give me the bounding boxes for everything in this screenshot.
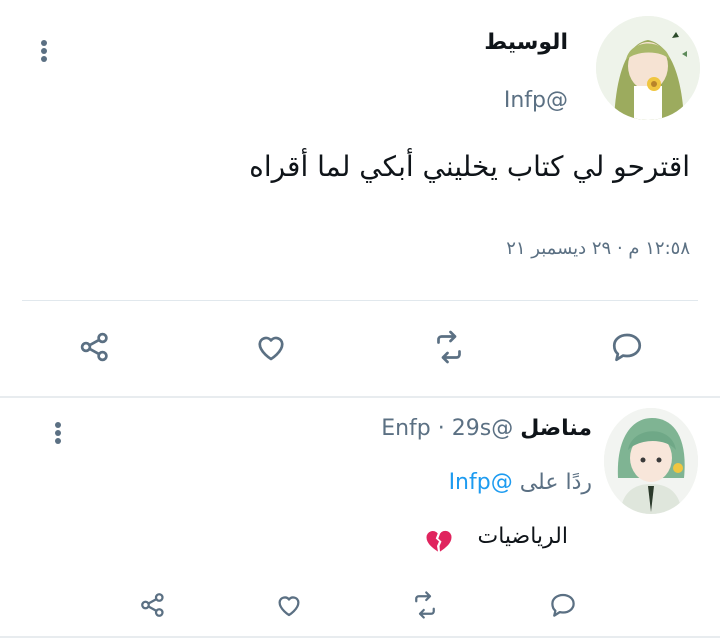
like-button[interactable]: [266, 582, 312, 628]
reply-author-avatar[interactable]: [604, 408, 698, 514]
share-button[interactable]: [72, 324, 118, 370]
reply-action-bar: [0, 580, 720, 630]
broken-heart-icon: [426, 530, 452, 552]
replying-to-handle[interactable]: @Infp: [449, 470, 513, 495]
reply-author-handle[interactable]: @Enfp: [381, 416, 513, 441]
reply-author-name[interactable]: مناضل: [520, 416, 592, 441]
retweet-icon: [415, 591, 435, 619]
share-button[interactable]: [130, 582, 176, 628]
reply-button[interactable]: [604, 324, 650, 370]
reply-button[interactable]: [540, 582, 586, 628]
divider: [22, 300, 698, 301]
tweet-text: اقترحو لي كتاب يخليني أبكي لما أقراه: [249, 150, 690, 183]
retweet-icon: [437, 330, 461, 364]
section-divider: [0, 396, 720, 398]
share-icon: [141, 593, 164, 617]
dot: [55, 430, 61, 436]
dot: [55, 422, 61, 428]
broken-heart-icon: [424, 526, 454, 556]
avatar-illustration: [604, 408, 698, 514]
author-avatar[interactable]: [596, 16, 700, 120]
author-name[interactable]: الوسيط: [484, 30, 568, 55]
dot: [55, 438, 61, 444]
dot: [41, 48, 47, 54]
tweet-action-bar: [0, 318, 720, 378]
dot: [41, 56, 47, 62]
more-options-icon[interactable]: [34, 36, 54, 66]
like-icon: [258, 336, 284, 361]
author-handle[interactable]: Infp@: [504, 88, 568, 113]
meta-separator: ·: [437, 416, 445, 441]
share-icon: [80, 332, 108, 362]
retweet-button[interactable]: [402, 582, 448, 628]
reply-time[interactable]: 29s: [452, 416, 491, 441]
replying-to-label: ردًا على: [519, 470, 592, 495]
divider: [0, 636, 720, 638]
reply-header: مناضل @Enfp · 29s: [381, 416, 592, 441]
more-options-icon[interactable]: [48, 418, 68, 448]
avatar-illustration: [596, 16, 700, 120]
tweet-timestamp[interactable]: ١٢:٥٨ م · ٢٩ ديسمبر ٢١: [506, 238, 690, 259]
reply-icon: [551, 593, 575, 617]
like-icon: [278, 596, 300, 617]
reply-icon: [612, 333, 642, 362]
dot: [41, 40, 47, 46]
reply-text: الرياضيات: [477, 524, 568, 549]
like-button[interactable]: [248, 324, 294, 370]
replying-to: ردًا على @Infp: [449, 470, 592, 495]
retweet-button[interactable]: [426, 324, 472, 370]
